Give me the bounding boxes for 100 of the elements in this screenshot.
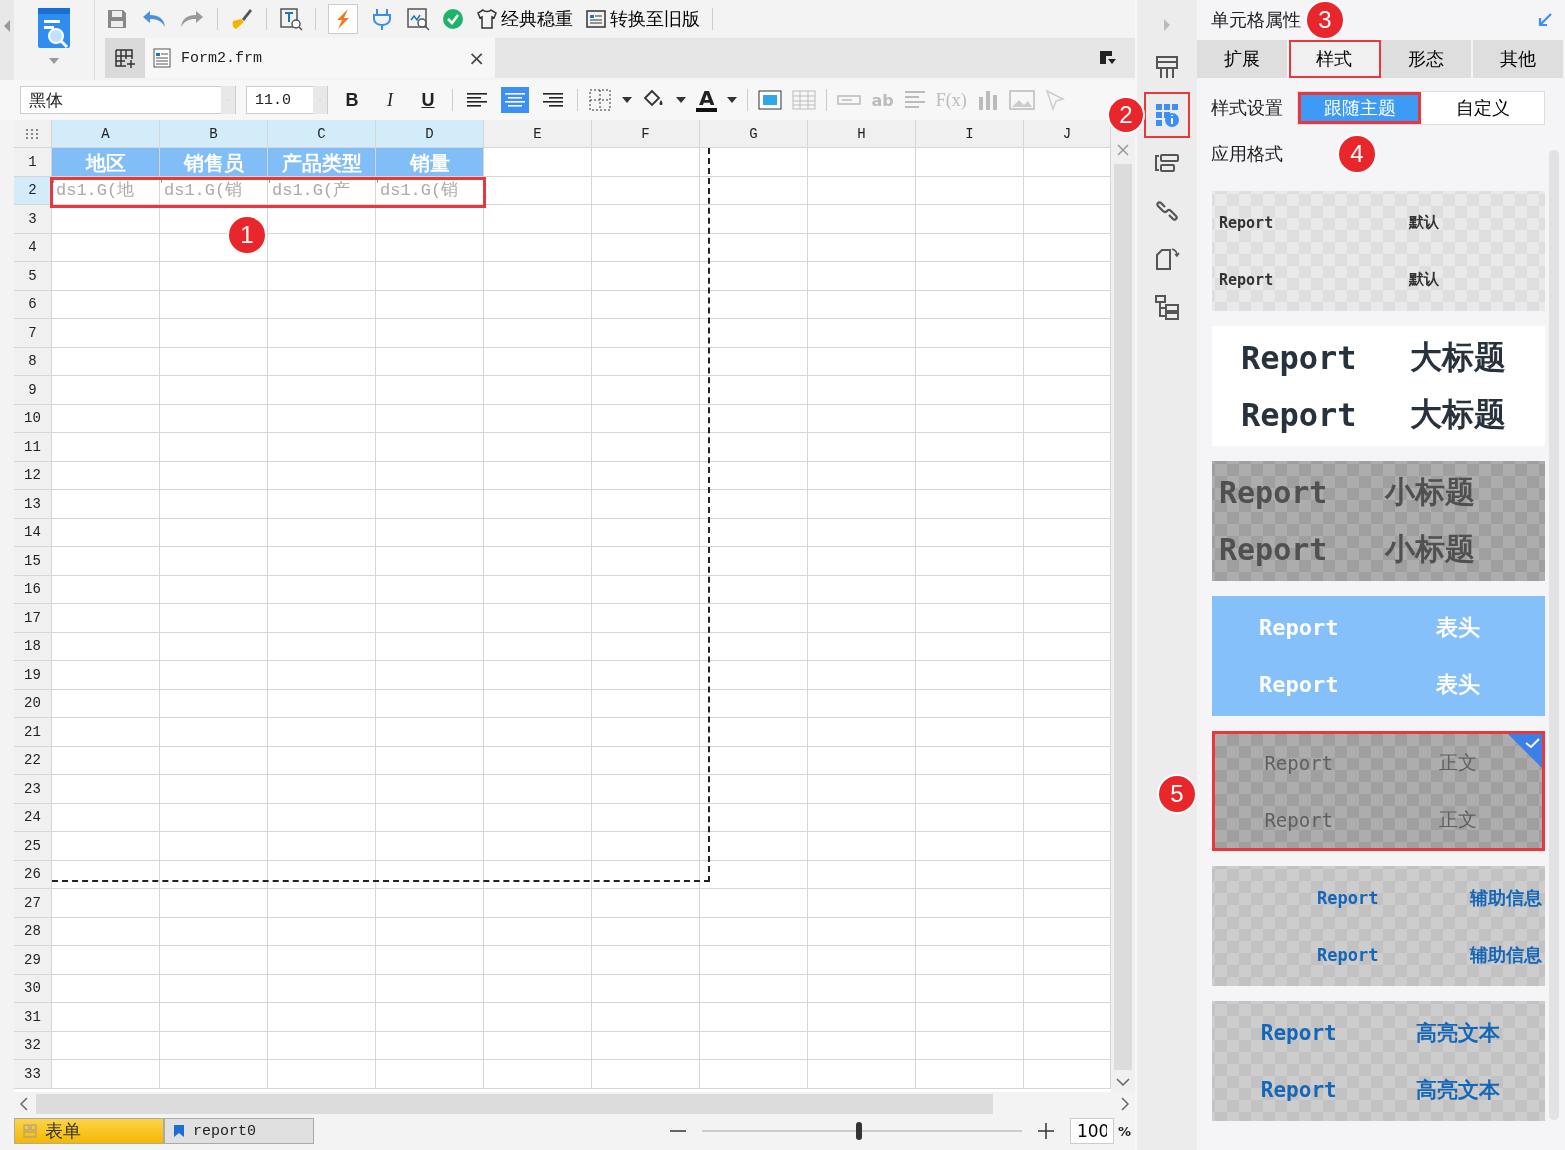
row-header[interactable]: 28: [14, 917, 52, 946]
form-file-icon: [151, 47, 173, 69]
grid-add-icon[interactable]: [114, 47, 136, 69]
column-header[interactable]: D: [376, 120, 484, 148]
dropdown-arrow-icon[interactable]: [49, 58, 59, 64]
sample-text: 小标题: [1384, 530, 1475, 568]
column-header[interactable]: J: [1024, 120, 1111, 148]
caret-icon[interactable]: [676, 97, 686, 103]
bar-chart-icon[interactable]: [976, 89, 999, 111]
column-header[interactable]: G: [700, 120, 808, 148]
step-badge: 1: [229, 216, 265, 253]
row-header[interactable]: 19: [14, 661, 52, 690]
arrow-icon[interactable]: [1537, 12, 1553, 28]
close-icon[interactable]: [1117, 144, 1129, 156]
input-box-icon[interactable]: [837, 94, 862, 106]
report-icon: [173, 1124, 185, 1138]
row-header[interactable]: 32: [14, 1031, 52, 1060]
column-header[interactable]: E: [484, 120, 592, 148]
side-tab[interactable]: [1144, 92, 1190, 138]
row-header[interactable]: 29: [14, 946, 52, 975]
close-button[interactable]: ×: [468, 46, 485, 70]
column-header[interactable]: C: [268, 120, 376, 148]
row-header[interactable]: 30: [14, 974, 52, 1003]
chevron-right-icon[interactable]: [1121, 1097, 1129, 1111]
row-header[interactable]: 24: [14, 803, 52, 832]
sheet-tab[interactable]: 表单: [14, 1118, 164, 1144]
zoom-out-icon[interactable]: [669, 1129, 686, 1133]
style-card[interactable]: Report 辅助信息 Report 辅助信息: [1212, 866, 1545, 986]
theme-button[interactable]: 经典稳重: [476, 7, 573, 31]
plug-icon[interactable]: [370, 7, 394, 31]
font-color-button[interactable]: A: [696, 88, 718, 112]
align-center-icon[interactable]: [501, 87, 529, 113]
paragraph-icon[interactable]: [903, 90, 926, 110]
brush-icon[interactable]: [230, 7, 254, 31]
style-card[interactable]: Report 小标题 Report 小标题: [1212, 461, 1545, 581]
border-icon[interactable]: [588, 88, 612, 112]
chevron-down-icon[interactable]: [1116, 1078, 1130, 1086]
select-all-icon[interactable]: [25, 128, 40, 139]
style-card[interactable]: Report 大标题 Report 大标题: [1212, 326, 1545, 446]
row-header[interactable]: 9: [14, 376, 52, 405]
zoom-in-icon[interactable]: [1037, 1123, 1054, 1139]
sample-text: Report: [1240, 395, 1357, 434]
column-header[interactable]: F: [592, 120, 700, 148]
row-header[interactable]: 3: [14, 205, 52, 234]
row-header[interactable]: 21: [14, 718, 52, 747]
bold-button[interactable]: B: [338, 89, 366, 111]
row-header[interactable]: 7: [14, 319, 52, 348]
slider-thumb[interactable]: [855, 1122, 862, 1140]
sample-text: 默认: [1408, 270, 1439, 289]
row-header[interactable]: 20: [14, 689, 52, 718]
step-badge: 5: [1159, 776, 1195, 812]
row-header[interactable]: 22: [14, 746, 52, 775]
font-dropdown[interactable]: 黑体: [20, 86, 236, 114]
text-box-icon[interactable]: [758, 89, 783, 111]
caret-icon[interactable]: [622, 97, 632, 103]
underline-button[interactable]: U: [414, 89, 442, 111]
column-header[interactable]: A: [52, 120, 160, 148]
sample-text: Report: [1260, 1077, 1337, 1102]
sample-text: Report: [1219, 213, 1274, 232]
italic-button[interactable]: I: [376, 89, 404, 111]
legacy-button[interactable]: 转换至旧版: [585, 7, 700, 31]
text-search-icon[interactable]: [279, 7, 303, 31]
check-circle-icon[interactable]: [442, 8, 464, 30]
font-size-dropdown[interactable]: 11.0: [246, 86, 328, 114]
panel-tab[interactable]: 样式: [1289, 40, 1381, 78]
row-header[interactable]: 8: [14, 347, 52, 376]
row-header[interactable]: 13: [14, 490, 52, 519]
dock-icon[interactable]: [1099, 50, 1117, 66]
row-header[interactable]: 4: [14, 233, 52, 262]
save-icon[interactable]: [105, 7, 129, 31]
column-header[interactable]: H: [808, 120, 916, 148]
file-tab[interactable]: Form2.frm ×: [145, 38, 495, 78]
row-header[interactable]: 12: [14, 461, 52, 490]
caret-icon[interactable]: [727, 97, 738, 103]
style-card[interactable]: Report 默认 Report 默认: [1212, 191, 1545, 311]
collapse-arrow-icon[interactable]: [3, 20, 11, 32]
row-header[interactable]: 18: [14, 632, 52, 661]
row-header[interactable]: 25: [14, 832, 52, 861]
row-header[interactable]: 11: [14, 433, 52, 462]
row-header[interactable]: 5: [14, 262, 52, 291]
style-card[interactable]: Report 高亮文本 Report 高亮文本: [1212, 1001, 1545, 1121]
row-header[interactable]: 33: [14, 1060, 52, 1089]
column-header[interactable]: I: [916, 120, 1024, 148]
row-header[interactable]: 1: [14, 148, 52, 177]
chevron-left-icon[interactable]: [20, 1097, 28, 1111]
row-header[interactable]: 15: [14, 547, 52, 576]
row-header[interactable]: 26: [14, 860, 52, 889]
style-setting-label: 样式设置: [1211, 96, 1283, 120]
sheet-tab[interactable]: report0: [164, 1118, 314, 1144]
row-header[interactable]: 14: [14, 518, 52, 547]
column-header[interactable]: B: [160, 120, 268, 148]
row-header[interactable]: 27: [14, 889, 52, 918]
preview-icon[interactable]: [406, 7, 430, 31]
row-header[interactable]: 16: [14, 575, 52, 604]
row-header[interactable]: 6: [14, 290, 52, 319]
row-header[interactable]: 31: [14, 1003, 52, 1032]
row-header[interactable]: 23: [14, 775, 52, 804]
row-header[interactable]: 17: [14, 604, 52, 633]
row-header[interactable]: 10: [14, 404, 52, 433]
step-badge: 4: [1339, 136, 1375, 172]
